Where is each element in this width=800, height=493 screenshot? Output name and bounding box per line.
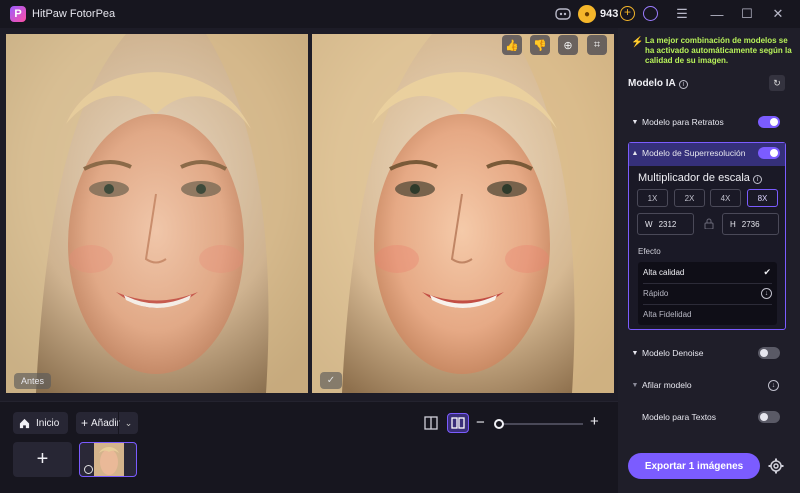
scale-title-text: Multiplicador de escala (638, 172, 750, 184)
before-label: Antes (14, 373, 52, 389)
coin-icon[interactable]: ● (578, 5, 596, 23)
preview-area (0, 28, 618, 401)
export-button[interactable]: Exportar 1 imágenes (628, 453, 760, 479)
before-image[interactable] (6, 34, 308, 393)
effect-option-label: Rápido (643, 289, 669, 298)
app-title: HitPaw FotorPea (32, 8, 116, 20)
maximize-icon[interactable]: ☐ (738, 5, 756, 23)
download-icon[interactable]: ↓ (768, 380, 779, 391)
effect-option-fidelity[interactable]: Alta Fidelidad (638, 304, 777, 325)
app-logo: P (10, 6, 26, 22)
zoom-slider-track[interactable] (497, 423, 583, 425)
after-image[interactable] (312, 34, 614, 393)
discord-icon[interactable] (554, 5, 572, 23)
model-row-superresolution[interactable]: ▲ Modelo de Superresolución (628, 142, 786, 164)
width-value: 2312 (658, 219, 677, 229)
model-row-denoise[interactable]: ▼ Modelo Denoise (628, 342, 786, 364)
after-check-icon: ✓ (320, 372, 342, 389)
user-avatar-icon[interactable] (643, 6, 658, 21)
title-bar: P HitPaw FotorPea ● 943 + ☰ — ☐ ✕ (0, 0, 800, 28)
lock-icon[interactable] (704, 218, 714, 229)
coin-count: 943 (600, 8, 619, 20)
model-row-text[interactable]: Modelo para Textos (628, 406, 786, 428)
text-toggle[interactable] (758, 411, 780, 423)
scale-option-4x[interactable]: 4X (710, 189, 741, 207)
model-label: Modelo para Retratos (642, 117, 724, 127)
portrait-toggle[interactable] (758, 116, 780, 128)
model-row-sharpen[interactable]: ▼ Afilar modelo ↓ (628, 374, 786, 396)
model-label: Modelo de Superresolución (642, 148, 746, 158)
denoise-toggle[interactable] (758, 347, 780, 359)
height-label: H (730, 219, 736, 229)
scale-option-1x[interactable]: 1X (637, 189, 668, 207)
section-title-text: Modelo IA (628, 78, 676, 89)
effect-option-fast[interactable]: Rápido ↓ (638, 283, 777, 304)
home-icon (19, 418, 30, 428)
width-field[interactable]: W 2312 (637, 213, 694, 235)
like-icon[interactable]: 👍 (502, 35, 522, 55)
effect-option-high-quality[interactable]: Alta calidad ✔ (638, 262, 777, 283)
zoom-out-button[interactable]: − (476, 414, 485, 431)
model-label: Modelo para Textos (642, 412, 717, 422)
add-coins-icon[interactable]: + (620, 6, 635, 21)
caret-down-icon: ▼ (631, 381, 639, 389)
zoom-in-button[interactable]: + (590, 413, 599, 430)
height-field[interactable]: H 2736 (722, 213, 779, 235)
effect-label: Efecto (638, 247, 661, 256)
caret-down-icon: ▼ (631, 349, 639, 357)
scale-title: Multiplicador de escala i (638, 172, 762, 184)
split-view-icon[interactable] (447, 413, 469, 433)
dislike-icon[interactable]: 👎 (530, 35, 550, 55)
check-icon: ✔ (763, 267, 771, 277)
home-label: Inicio (36, 417, 60, 429)
effect-list: Alta calidad ✔ Rápido ↓ Alta Fidelidad (638, 262, 777, 325)
height-value: 2736 (741, 219, 760, 229)
model-label: Modelo Denoise (642, 348, 704, 358)
download-icon[interactable]: ↓ (761, 288, 772, 299)
section-title: Modelo IA i (628, 78, 688, 89)
superresolution-toggle[interactable] (758, 147, 780, 159)
caret-up-icon: ▲ (631, 149, 639, 157)
auto-model-notice: La mejor combinación de modelos se ha ac… (645, 36, 792, 65)
scale-option-2x[interactable]: 2X (674, 189, 705, 207)
model-label: Afilar modelo (642, 380, 692, 390)
image-thumbnail[interactable] (79, 442, 137, 477)
clock-icon (84, 465, 93, 474)
add-image-tile[interactable]: + (13, 442, 72, 477)
add-label: Añadir (91, 417, 120, 429)
plus-icon: + (81, 416, 89, 430)
effect-option-label: Alta calidad (643, 268, 685, 277)
info-icon[interactable]: i (678, 80, 688, 89)
menu-icon[interactable]: ☰ (673, 5, 691, 23)
home-button[interactable]: Inicio (13, 412, 68, 434)
model-row-portrait[interactable]: ▼ Modelo para Retratos (628, 111, 786, 133)
single-view-icon[interactable] (422, 414, 440, 432)
scale-option-8x[interactable]: 8X (747, 189, 778, 207)
close-icon[interactable]: ✕ (769, 5, 787, 23)
zoom-slider-handle[interactable] (494, 419, 504, 429)
scale-info-icon[interactable]: i (752, 175, 762, 184)
width-label: W (645, 219, 653, 229)
add-dropdown-chevron-icon[interactable]: ⌄ (118, 412, 138, 434)
zoom-icon[interactable]: ⊕ (558, 35, 578, 55)
reset-icon[interactable]: ↻ (769, 75, 785, 91)
gear-icon[interactable] (768, 458, 784, 474)
minimize-icon[interactable]: — (708, 5, 726, 23)
crop-icon[interactable]: ⌗ (587, 35, 607, 55)
effect-option-label: Alta Fidelidad (643, 310, 692, 319)
caret-down-icon: ▼ (631, 118, 639, 126)
